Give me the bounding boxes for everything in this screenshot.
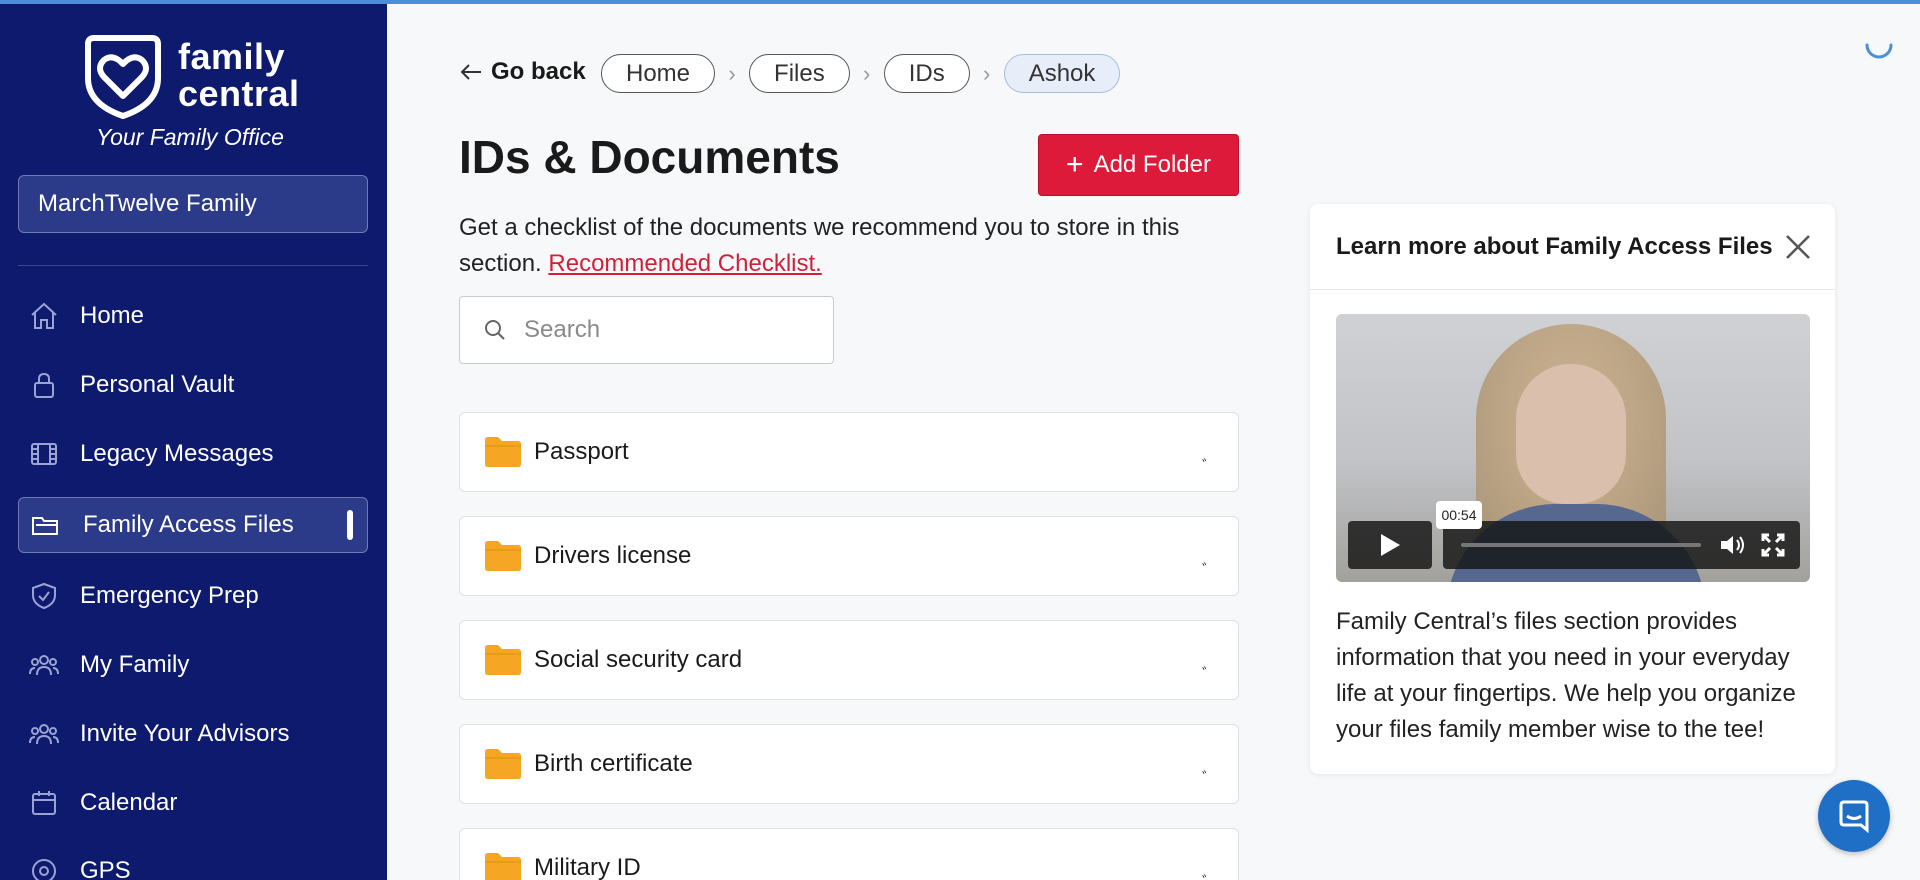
sidebar-item-label: My Family: [80, 651, 190, 678]
more-options-icon[interactable]: ﾞ: [1202, 869, 1210, 880]
lock-icon: [28, 369, 60, 401]
chat-launcher-button[interactable]: [1818, 780, 1890, 852]
family-selector-value: MarchTwelve Family: [38, 190, 257, 217]
sidebar-item-label: Legacy Messages: [80, 440, 274, 467]
video-time-tooltip: 00:54: [1436, 501, 1482, 529]
folder-icon: [485, 645, 521, 675]
folder-icon: [485, 853, 521, 880]
search-input[interactable]: [524, 316, 804, 344]
sidebar-item-label: Invite Your Advisors: [80, 720, 290, 747]
sidebar-item-emergency-prep[interactable]: Emergency Prep: [18, 568, 368, 624]
recommended-checklist-link[interactable]: Recommended Checklist.: [548, 250, 821, 277]
chevron-right-icon: ›: [983, 60, 991, 86]
sidebar-item-label: Calendar: [80, 789, 178, 816]
active-indicator: [347, 510, 353, 540]
more-options-icon[interactable]: ﾞ: [1202, 661, 1210, 685]
seek-bar[interactable]: [1461, 543, 1701, 547]
folder-name: Passport: [534, 438, 629, 465]
chevron-right-icon: ›: [863, 60, 871, 86]
brand-name-line2: central: [178, 73, 300, 114]
chat-icon: [1839, 800, 1869, 833]
folder-row-social-security-card[interactable]: Social security card ﾞ: [459, 620, 1239, 700]
close-icon[interactable]: [1781, 230, 1815, 264]
sidebar-item-label: Emergency Prep: [80, 582, 259, 609]
location-icon: [28, 855, 60, 880]
folder-row-drivers-license[interactable]: Drivers license ﾞ: [459, 516, 1239, 596]
search-box[interactable]: [459, 296, 834, 364]
folder-row-military-id[interactable]: Military ID ﾞ: [459, 828, 1239, 880]
play-icon: [1381, 534, 1400, 556]
folder-icon: [485, 749, 521, 779]
sidebar-item-home[interactable]: Home: [18, 288, 368, 344]
sidebar-item-personal-vault[interactable]: Personal Vault: [18, 357, 368, 413]
sidebar-item-gps[interactable]: GPS: [18, 843, 368, 880]
volume-icon[interactable]: [1719, 533, 1747, 557]
folder-name: Drivers license: [534, 542, 692, 569]
arrow-left-icon: [460, 64, 481, 80]
go-back-link[interactable]: Go back: [459, 58, 586, 86]
sidebar: family central Your Family Office MarchT…: [0, 0, 387, 880]
help-panel-title: Learn more about Family Access Files: [1310, 204, 1835, 290]
sidebar-item-calendar[interactable]: Calendar: [18, 775, 368, 831]
folder-open-icon: [29, 509, 61, 541]
add-folder-label: Add Folder: [1093, 151, 1211, 178]
loading-spinner-icon: [1865, 43, 1893, 59]
sidebar-item-label: Family Access Files: [83, 511, 294, 538]
calendar-icon: [28, 787, 60, 819]
more-options-icon[interactable]: ﾞ: [1202, 765, 1210, 789]
brand-tagline: Your Family Office: [96, 124, 284, 150]
folder-name: Military ID: [534, 854, 641, 880]
fullscreen-icon[interactable]: [1761, 533, 1785, 557]
sidebar-item-legacy-messages[interactable]: Legacy Messages: [18, 426, 368, 482]
sidebar-item-label: GPS: [80, 857, 131, 880]
chevron-right-icon: ›: [728, 60, 736, 86]
breadcrumb: Home › Files › IDs › Ashok: [601, 54, 1121, 93]
page-title: IDs & Documents: [459, 131, 840, 183]
shield-check-icon: [28, 580, 60, 612]
section-description: Get a checklist of the documents we reco…: [459, 210, 1239, 282]
home-icon: [28, 300, 60, 332]
brand-name-line1: family: [178, 36, 286, 77]
plus-icon: +: [1066, 148, 1084, 181]
folder-row-passport[interactable]: Passport ﾞ: [459, 412, 1239, 492]
search-icon: [485, 320, 505, 340]
brand-name: family central: [178, 38, 300, 112]
film-icon: [28, 438, 60, 470]
folder-name: Birth certificate: [534, 750, 693, 777]
breadcrumb-current: Ashok: [1003, 54, 1121, 93]
people-icon: [28, 718, 60, 750]
people-icon: [28, 649, 60, 681]
sidebar-item-label: Home: [80, 302, 145, 329]
video-player[interactable]: 00:54: [1336, 314, 1810, 582]
family-selector[interactable]: MarchTwelve Family: [18, 175, 368, 233]
add-folder-button[interactable]: + Add Folder: [1038, 134, 1239, 196]
folder-icon: [485, 437, 521, 467]
more-options-icon[interactable]: ﾞ: [1202, 557, 1210, 581]
sidebar-item-family-access-files[interactable]: Family Access Files: [18, 497, 368, 553]
help-panel: Learn more about Family Access Files 00:…: [1310, 204, 1835, 774]
heart-shield-logo-icon: [85, 35, 161, 120]
sidebar-item-my-family[interactable]: My Family: [18, 637, 368, 693]
brand-logo[interactable]: family central Your Family Office: [82, 34, 312, 154]
more-options-icon[interactable]: ﾞ: [1202, 453, 1210, 477]
breadcrumb-files[interactable]: Files: [749, 54, 850, 93]
play-button[interactable]: [1348, 521, 1432, 569]
breadcrumb-ids[interactable]: IDs: [883, 54, 970, 93]
folder-name: Social security card: [534, 646, 743, 673]
go-back-label: Go back: [491, 58, 586, 85]
breadcrumb-home[interactable]: Home: [601, 54, 716, 93]
sidebar-item-invite-advisors[interactable]: Invite Your Advisors: [18, 706, 368, 762]
page-load-progress: [0, 0, 1920, 4]
video-controls: [1443, 521, 1800, 569]
folder-icon: [485, 541, 521, 571]
folder-row-birth-certificate[interactable]: Birth certificate ﾞ: [459, 724, 1239, 804]
sidebar-divider: [18, 265, 368, 266]
sidebar-item-label: Personal Vault: [80, 371, 235, 398]
help-panel-body: Family Central’s files section provides …: [1336, 608, 1796, 743]
